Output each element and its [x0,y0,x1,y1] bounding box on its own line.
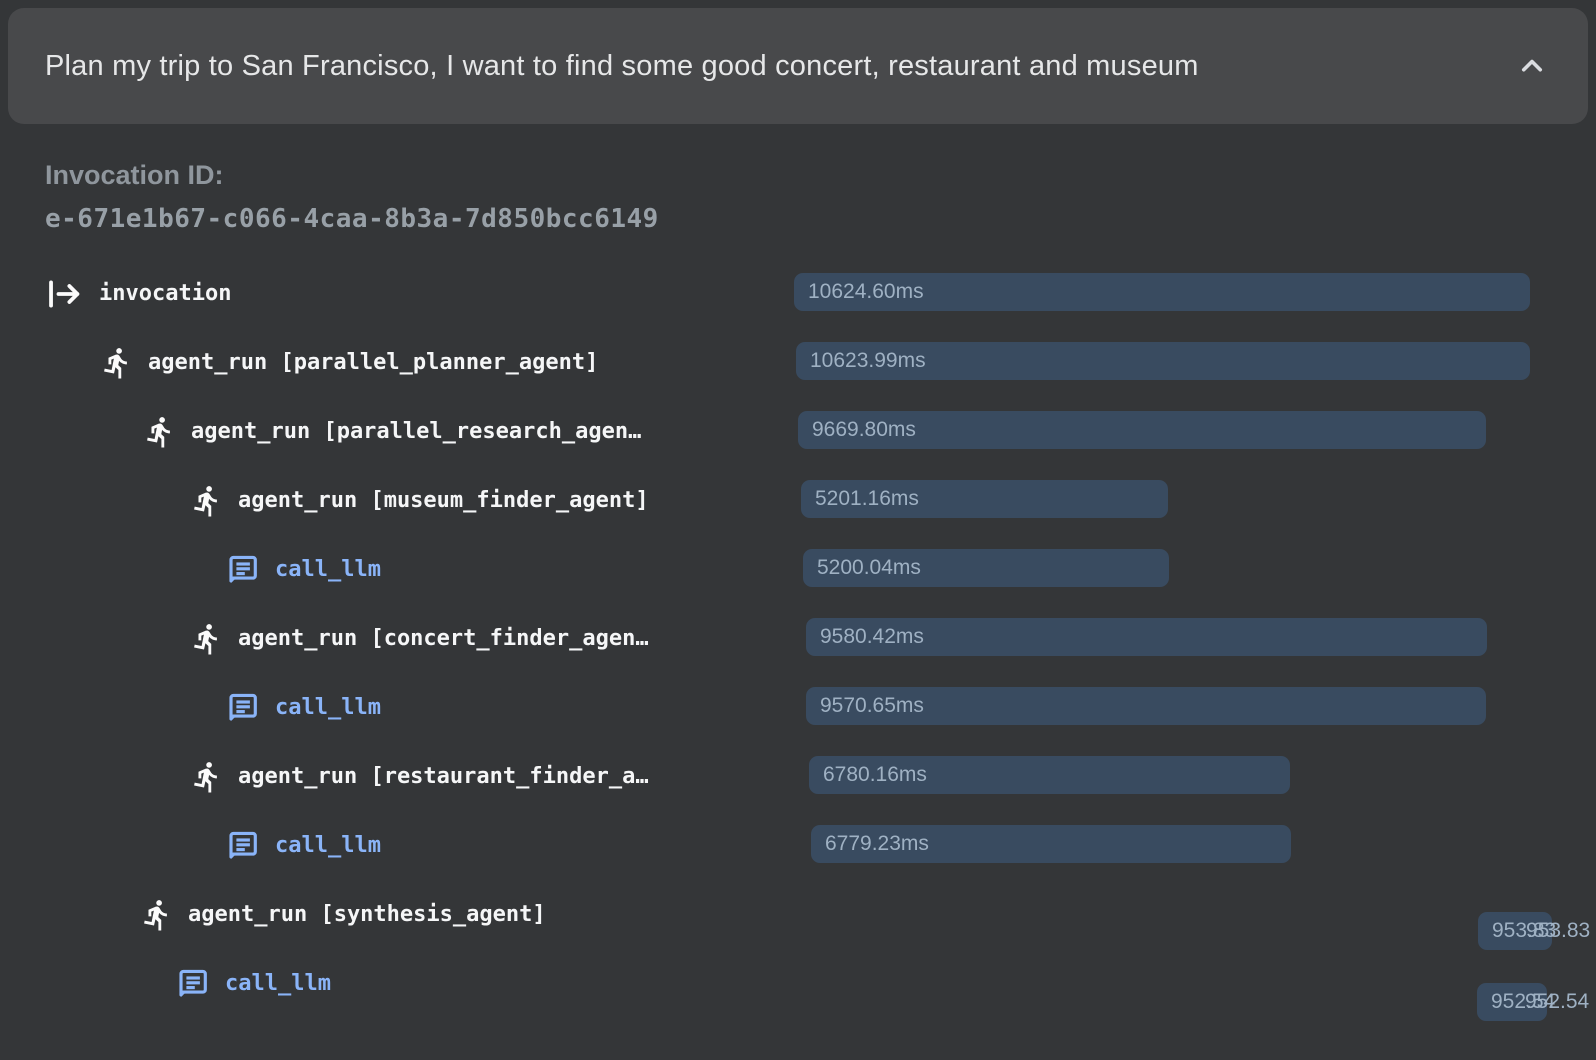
span-label: agent_run [parallel_research_agen… [191,419,641,444]
trace-tree: invocation 10624.60ms agent_run [paralle… [0,259,1596,1018]
trace-row[interactable]: agent_run [synthesis_agent] 953.83 953.8… [0,880,1596,949]
trace-row[interactable]: agent_run [restaurant_finder_a… 6780.16m… [0,742,1596,811]
invocation-id-value: e-671e1b67-c066-4caa-8b3a-7d850bcc6149 [45,202,659,236]
span-label: call_llm [275,695,381,720]
invocation-id-label: Invocation ID: [45,158,659,192]
span-label: agent_run [concert_finder_agen… [238,626,649,651]
trace-panel: Plan my trip to San Francisco, I want to… [0,0,1596,1060]
span-label: agent_run [synthesis_agent] [188,902,546,927]
agent-run-icon [190,483,224,519]
trace-row[interactable]: call_llm 9570.65ms [0,673,1596,742]
chevron-up-icon[interactable] [1514,48,1550,84]
chat-icon [225,552,261,588]
agent-run-icon [143,414,177,450]
user-query-bar[interactable]: Plan my trip to San Francisco, I want to… [8,8,1588,124]
span-label: call_llm [275,557,381,582]
chat-icon [225,690,261,726]
trace-row[interactable]: agent_run [parallel_planner_agent] 10623… [0,328,1596,397]
agent-run-icon [100,345,134,381]
trace-row[interactable]: call_llm 952.54 952.54 [0,949,1596,1018]
trace-row[interactable]: invocation 10624.60ms [0,259,1596,328]
agent-run-icon [140,897,174,933]
chat-icon [225,828,261,864]
trace-row[interactable]: agent_run [museum_finder_agent] 5201.16m… [0,466,1596,535]
invocation-meta: Invocation ID: e-671e1b67-c066-4caa-8b3a… [45,158,659,236]
span-label: call_llm [225,971,331,996]
span-label: agent_run [restaurant_finder_a… [238,764,649,789]
span-label: agent_run [museum_finder_agent] [238,488,649,513]
user-query-text: Plan my trip to San Francisco, I want to… [45,50,1223,83]
trace-row[interactable]: call_llm 6779.23ms [0,811,1596,880]
agent-run-icon [190,621,224,657]
start-arrow-icon [45,278,85,310]
chat-icon [175,966,211,1002]
span-label: call_llm [275,833,381,858]
trace-row[interactable]: agent_run [parallel_research_agen… 9669.… [0,397,1596,466]
trace-row[interactable]: call_llm 5200.04ms [0,535,1596,604]
span-label: invocation [99,281,231,306]
trace-row[interactable]: agent_run [concert_finder_agen… 9580.42m… [0,604,1596,673]
agent-run-icon [190,759,224,795]
span-label: agent_run [parallel_planner_agent] [148,350,598,375]
